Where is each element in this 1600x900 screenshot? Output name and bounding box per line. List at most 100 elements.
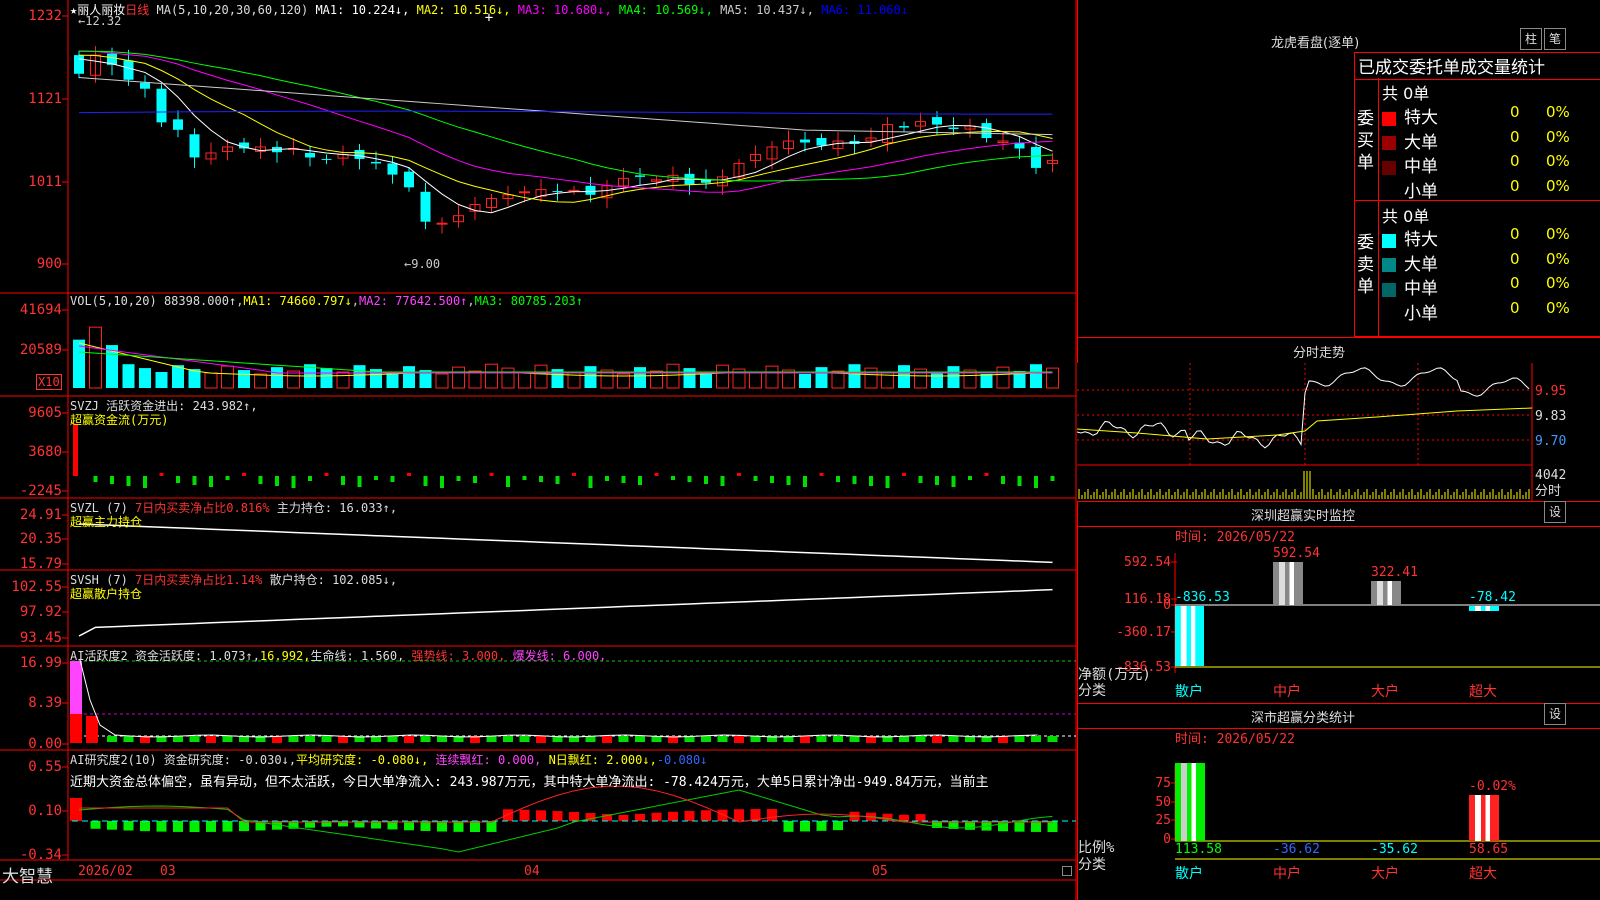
order-row: 中单 0 0% bbox=[1382, 274, 1600, 299]
order-color-swatch bbox=[1382, 307, 1396, 321]
svzj-bar bbox=[786, 476, 791, 485]
candle-down bbox=[74, 55, 84, 74]
svzl-axis-label: 20.35 bbox=[20, 531, 62, 547]
ma-values: MA1: 10.224↓, MA2: 10.516↓, MA3: 10.680↓… bbox=[315, 3, 907, 17]
fenlei-axis-label: 75 bbox=[1155, 776, 1171, 791]
buy-orders-label: 委买单 bbox=[1357, 109, 1374, 173]
ai2-axis-label: 0.55 bbox=[28, 759, 62, 775]
lock-icon[interactable] bbox=[1062, 866, 1072, 876]
szmon-value-label: -836.53 bbox=[1175, 590, 1230, 605]
volume-bar-down bbox=[1030, 364, 1042, 388]
order-row: 特大 0 0% bbox=[1382, 103, 1600, 128]
order-pct: 0% bbox=[1546, 298, 1570, 317]
period-label[interactable]: 日线 bbox=[125, 3, 149, 17]
ai2-bar bbox=[519, 809, 530, 821]
fenlei-value-label: -35.62 bbox=[1371, 842, 1418, 857]
ai1-bar bbox=[536, 736, 546, 743]
svzj-bar bbox=[687, 476, 692, 482]
ai2-bar bbox=[536, 810, 546, 821]
candle-down bbox=[552, 191, 563, 193]
intraday-chart[interactable]: 9.95 9.83 9.70 4042分时 bbox=[1077, 363, 1600, 501]
candle-down bbox=[140, 82, 150, 89]
candle-down bbox=[404, 171, 414, 188]
candle-up bbox=[519, 191, 530, 194]
date-label-start: 2026/02 bbox=[78, 864, 133, 879]
szmon-bar-zhonghu bbox=[1289, 562, 1294, 605]
ai1-bar bbox=[387, 736, 398, 742]
szmon-bar-sanhu bbox=[1180, 606, 1187, 666]
szmon-bar-dahu bbox=[1371, 581, 1401, 605]
svzj-bar bbox=[704, 476, 708, 484]
bar-mode-button[interactable]: 柱 bbox=[1520, 28, 1542, 50]
ai2-bar bbox=[437, 821, 447, 832]
svzj-bar bbox=[1034, 476, 1038, 488]
ai2-bar bbox=[1014, 821, 1025, 832]
svzj-bar bbox=[506, 476, 510, 487]
svsh-axis-label: 97.92 bbox=[20, 604, 62, 620]
order-pct: 0% bbox=[1546, 152, 1570, 170]
sell-total: 共 0单 bbox=[1382, 207, 1430, 226]
svzj-bar bbox=[588, 476, 593, 488]
svzj-bar bbox=[902, 473, 906, 476]
svzj-bar bbox=[390, 476, 395, 482]
svsh-axis-label: 102.55 bbox=[11, 579, 62, 595]
ai1-bar bbox=[734, 736, 744, 743]
order-pct: 0% bbox=[1546, 176, 1570, 195]
ma-value-1: MA1: 10.224↓, bbox=[315, 3, 417, 17]
volume-bar-down bbox=[172, 365, 184, 388]
fenlei-axis-label: 50 bbox=[1155, 795, 1171, 810]
order-row: 小单 0 0% bbox=[1382, 298, 1600, 324]
ai2-bar bbox=[734, 809, 744, 821]
order-pct: 0% bbox=[1546, 249, 1570, 268]
lhkp-title: 龙虎看盘(逐单) bbox=[1271, 36, 1360, 51]
ai1-bar bbox=[1014, 736, 1025, 742]
svzj-bar bbox=[522, 476, 527, 480]
volume-bar-down bbox=[980, 373, 993, 388]
order-color-swatch bbox=[1382, 185, 1396, 199]
fenlei-bar-chaoda bbox=[1469, 795, 1499, 841]
ai1-axis-label: 8.39 bbox=[28, 695, 62, 711]
fenlei-settings-button[interactable]: 设 bbox=[1544, 703, 1566, 725]
svzj-bar bbox=[918, 476, 923, 483]
fenlei-bar-sanhu bbox=[1175, 763, 1205, 841]
ai1-bar bbox=[338, 736, 348, 743]
fenlei-title: 深市超赢分类统计 bbox=[1251, 711, 1356, 726]
volume-bar-down bbox=[634, 367, 646, 388]
svzj-bar bbox=[803, 476, 807, 487]
szmon-settings-button[interactable]: 设 bbox=[1544, 501, 1566, 523]
ai1-bar bbox=[206, 736, 216, 743]
ai1-bar bbox=[717, 736, 728, 742]
order-count: 0 bbox=[1510, 298, 1520, 317]
svzj-bar bbox=[126, 476, 131, 486]
ai1-bar bbox=[816, 736, 827, 742]
volume-bar-down bbox=[947, 366, 960, 388]
ai2-bar bbox=[453, 821, 464, 832]
buy-total: 共 0单 bbox=[1382, 84, 1430, 103]
order-color-swatch bbox=[1382, 136, 1396, 150]
svsh-axis-label: 93.45 bbox=[20, 630, 62, 646]
ai2-bar bbox=[800, 821, 810, 832]
ma-value-5: MA5: 10.437↓, bbox=[720, 3, 822, 17]
order-color-swatch bbox=[1382, 160, 1396, 175]
svzj-bar bbox=[555, 476, 560, 484]
ai1-bar bbox=[173, 736, 183, 742]
ai1-bar bbox=[849, 736, 860, 742]
svzj-bar bbox=[324, 473, 329, 476]
fenlei-category-name: 中户 bbox=[1273, 865, 1301, 882]
ai2-bar bbox=[701, 810, 711, 821]
svzj-bar bbox=[176, 476, 180, 483]
lhkp-tabs[interactable]: 已成交委托单成交量统计 bbox=[1358, 53, 1568, 78]
ai2-bar bbox=[833, 821, 843, 831]
ai1-bar bbox=[750, 736, 761, 742]
svzj-bar bbox=[737, 473, 741, 476]
fenlei-unit-label: 比例% bbox=[1078, 840, 1115, 856]
svzj-bar bbox=[1001, 476, 1005, 484]
ai2-axis-label: 0.10 bbox=[28, 803, 62, 819]
svzj-bar bbox=[539, 476, 543, 482]
svzl-axis-label: 15.79 bbox=[20, 556, 62, 572]
fenlei-bar-sanhu bbox=[1191, 763, 1196, 841]
ai2-bar bbox=[651, 812, 662, 821]
vol-unit-label: X10 bbox=[36, 374, 62, 390]
svzj-bar bbox=[357, 476, 362, 487]
tick-mode-button[interactable]: 笔 bbox=[1544, 28, 1566, 50]
